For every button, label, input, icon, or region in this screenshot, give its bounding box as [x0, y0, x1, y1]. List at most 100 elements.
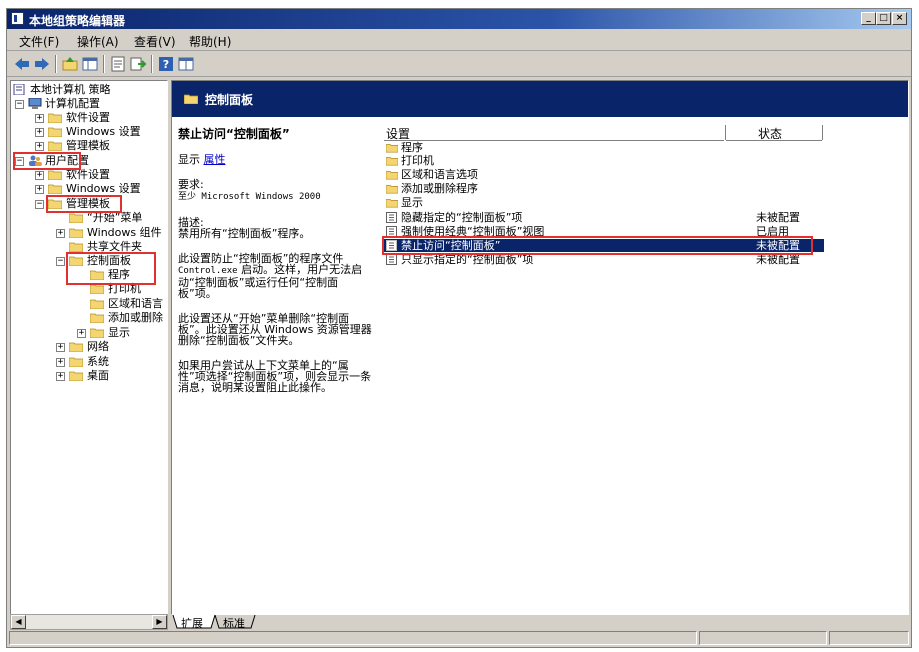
- column-header-state[interactable]: 状态: [726, 125, 822, 141]
- export-list-icon[interactable]: [129, 55, 147, 73]
- tree-label: Windows 组件: [87, 226, 162, 239]
- folder-name: 程序: [401, 141, 423, 154]
- policy-state: 未被配置: [756, 211, 800, 224]
- folder-icon: [69, 228, 83, 238]
- folder-icon: [386, 199, 398, 208]
- back-icon[interactable]: [13, 55, 31, 73]
- menu-action[interactable]: 操作(A): [77, 33, 119, 50]
- menu-help[interactable]: 帮助(H): [189, 33, 231, 50]
- requirements-label: 要求:: [178, 178, 204, 191]
- scroll-right-icon[interactable]: ▶: [152, 615, 167, 629]
- tree-label: 系统: [87, 355, 109, 368]
- scroll-left-icon[interactable]: ◀: [11, 615, 26, 629]
- collapse-icon[interactable]: −: [56, 257, 65, 266]
- policy-setting-icon: [386, 254, 397, 265]
- requirements-value: 至少 Microsoft Windows 2000: [178, 192, 321, 202]
- tree-label: 网络: [87, 340, 109, 353]
- forward-icon[interactable]: [33, 55, 51, 73]
- up-folder-icon[interactable]: [61, 55, 79, 73]
- requirements: 要求: 至少 Microsoft Windows 2000: [178, 179, 374, 203]
- minimize-button[interactable]: _: [861, 12, 876, 25]
- policy-row[interactable]: 隐藏指定的“控制面板”项 未被配置: [384, 211, 824, 224]
- properties-link[interactable]: 属性: [204, 153, 226, 166]
- folder-icon: [48, 170, 62, 180]
- console-tree[interactable]: 本地计算机 策略 − 计算机配置 + 软件设置 + Windows 设置 + 管…: [10, 80, 168, 615]
- description-para-3: 如果用户尝试从上下文菜单上的“属性”项选择“控制面板”项，则会显示一条消息，说明…: [178, 359, 372, 394]
- show-hide-tree-icon[interactable]: [81, 55, 99, 73]
- expand-icon[interactable]: +: [35, 171, 44, 180]
- maximize-button[interactable]: □: [876, 12, 891, 25]
- collapse-icon[interactable]: −: [35, 200, 44, 209]
- expand-icon[interactable]: +: [56, 372, 65, 381]
- list-item-folder[interactable]: 区域和语言选项: [384, 168, 824, 181]
- menu-file[interactable]: 文件(F): [19, 33, 59, 50]
- folder-icon: [69, 371, 83, 381]
- folder-name: 添加或删除程序: [401, 182, 478, 195]
- highlight-admin-templates: [46, 195, 122, 213]
- tree-label: 管理模板: [66, 139, 110, 152]
- list-item-folder[interactable]: 添加或删除程序: [384, 182, 824, 195]
- expand-icon[interactable]: +: [35, 128, 44, 137]
- folder-name: 打印机: [401, 154, 434, 167]
- extended-description: 禁止访问“控制面板” 显示 属性 要求: 至少 Microsoft Windows…: [178, 128, 374, 403]
- folder-icon: [48, 141, 62, 151]
- tree-label: 软件设置: [66, 111, 110, 124]
- menu-bar: 文件(F) 操作(A) 查看(V) 帮助(H): [7, 30, 911, 51]
- status-cell-3: [829, 631, 909, 645]
- help-icon[interactable]: ?: [157, 55, 175, 73]
- highlight-control-panel: [66, 252, 156, 285]
- folder-icon: [48, 127, 62, 137]
- folder-icon: [386, 144, 398, 153]
- policy-setting-icon: [386, 212, 397, 223]
- folder-name: 显示: [401, 196, 423, 209]
- folder-icon: [386, 185, 398, 194]
- app-icon: [11, 12, 24, 25]
- list-item-folder[interactable]: 显示: [384, 196, 824, 209]
- description: 描述: 禁用所有“控制面板”程序。: [178, 217, 374, 239]
- description-para-1: 此设置防止“控制面板”的程序文件 Control.exe 启动。这样，用户无法启动…: [178, 253, 374, 299]
- tree-label: 本地计算机 策略: [30, 83, 111, 96]
- tree-horizontal-scrollbar[interactable]: ◀ ▶: [10, 614, 168, 630]
- folder-icon: [48, 113, 62, 123]
- description-para-2: 此设置还从“开始”菜单删除“控制面板”。此设置还从 Windows 资源管理器删…: [178, 312, 372, 347]
- view-tabs: 扩展 标准: [171, 615, 909, 631]
- policy-name: 隐藏指定的“控制面板”项: [401, 211, 523, 224]
- folder-icon: [90, 328, 104, 338]
- folder-icon: [69, 357, 83, 367]
- expand-icon[interactable]: +: [35, 185, 44, 194]
- folder-name: 区域和语言选项: [401, 168, 478, 181]
- column-setting-label: 设置: [386, 127, 411, 141]
- close-button[interactable]: ×: [892, 12, 907, 25]
- extended-view-icon[interactable]: [177, 55, 195, 73]
- tree-label: 显示: [108, 326, 130, 339]
- list-item-folder[interactable]: 程序: [384, 141, 824, 154]
- column-header-setting[interactable]: 设置: [384, 125, 724, 141]
- details-header: 控制面板: [172, 81, 908, 117]
- tab-extended[interactable]: 扩展: [181, 615, 203, 631]
- expand-icon[interactable]: +: [56, 343, 65, 352]
- expand-icon[interactable]: +: [56, 358, 65, 367]
- title-bar[interactable]: 本地组策略编辑器 _ □ ×: [7, 9, 911, 29]
- status-bar: [7, 630, 911, 647]
- svg-text:?: ?: [163, 58, 169, 71]
- folder-icon: [69, 242, 83, 252]
- highlight-user-config: [13, 152, 81, 170]
- details-pane: 控制面板 禁止访问“控制面板” 显示 属性 要求: 至少 Microsoft Wi…: [171, 80, 909, 615]
- expand-icon[interactable]: +: [35, 114, 44, 123]
- tab-standard[interactable]: 标准: [223, 615, 245, 631]
- show-properties-line: 显示 属性: [178, 154, 374, 165]
- tree-label: 区域和语言: [108, 297, 163, 310]
- expand-icon[interactable]: +: [56, 229, 65, 238]
- tree-label: “开始”菜单: [87, 211, 143, 224]
- window-title: 本地组策略编辑器: [29, 14, 126, 28]
- status-cell-main: [9, 631, 697, 645]
- expand-icon[interactable]: +: [77, 329, 86, 338]
- properties-icon[interactable]: [109, 55, 127, 73]
- tree-label: Windows 设置: [66, 125, 141, 138]
- menu-view[interactable]: 查看(V): [134, 33, 176, 50]
- status-cell-2: [699, 631, 827, 645]
- collapse-icon[interactable]: −: [15, 100, 24, 109]
- highlight-selected-policy: [382, 236, 813, 255]
- expand-icon[interactable]: +: [35, 142, 44, 151]
- list-item-folder[interactable]: 打印机: [384, 154, 824, 167]
